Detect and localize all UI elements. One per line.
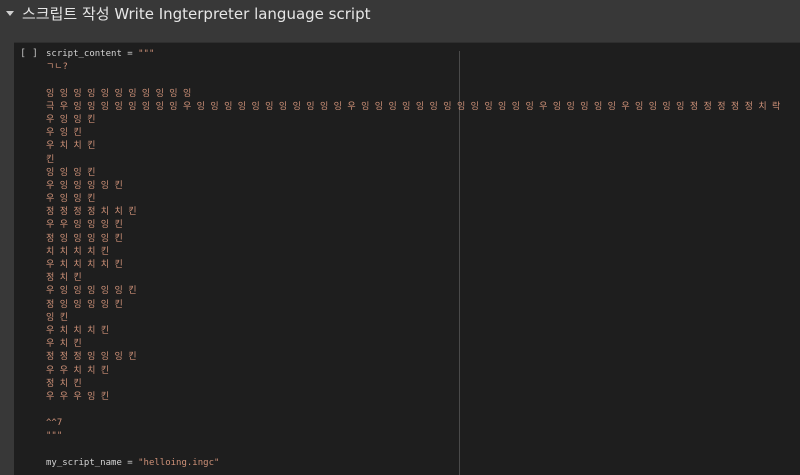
script-string-line: 우 치 킨 [46,339,82,350]
code-line: 우 우 우 잉 킨 [46,391,796,404]
script-string-line: 정 치 킨 [46,378,82,389]
code-line: """ [46,430,796,443]
code-line: script_content = """ [46,48,796,61]
script-string-line: 정 치 킨 [46,273,82,284]
script-string-line: 우 치 치 치 치 킨 [46,260,123,270]
string-literal: "helloing.ingc" [138,457,220,468]
code-line: 우 잉 잉 킨 [46,114,796,127]
code-editor[interactable]: script_content = """ ㄱㄴ? 잉 잉 잉 잉 잉 잉 잉 잉 … [46,48,796,470]
script-string-line: 우 잉 잉 킨 [46,194,96,205]
code-line: 우 치 치 킨 [46,140,796,153]
script-string-line: 잉 잉 잉 잉 잉 잉 잉 잉 잉 잉 잉 [46,88,192,99]
code-line: 우 치 킨 [46,338,796,351]
code-line: 정 치 킨 [46,272,796,285]
script-string-line: 극 우 잉 잉 잉 잉 잉 잉 잉 잉 우 잉 잉 잉 잉 잉 잉 잉 잉 잉 … [46,101,781,112]
script-string-line: 치 치 치 치 킨 [46,246,110,257]
script-string-line: 정 잉 잉 잉 잉 킨 [46,299,123,310]
script-string-line: 우 잉 잉 잉 잉 킨 [46,180,123,191]
script-string-line: 정 정 정 정 치 치 킨 [46,207,137,218]
script-string-line: 잉 잉 잉 킨 [46,167,96,178]
code-line: 정 정 정 정 치 치 킨 [46,206,796,219]
script-string-line: 우 치 치 킨 [46,141,96,152]
script-string-line: ㄱㄴ? [46,62,68,73]
code-line: 우 치 치 치 킨 [46,325,796,338]
code-line: 우 치 치 치 치 킨 [46,259,796,272]
script-string-line: 우 잉 킨 [46,128,82,139]
notebook-page: 스크립트 작성 Write Ingterpreter language scri… [0,0,800,475]
code-line: 잉 잉 잉 킨 [46,167,796,180]
code-line: 정 치 킨 [46,378,796,391]
code-line: 우 우 잉 잉 잉 킨 [46,219,796,232]
code-line: 정 정 정 잉 잉 잉 킨 [46,351,796,364]
string-close-quotes: """ [46,431,63,442]
code-line: 우 잉 잉 잉 잉 킨 [46,180,796,193]
script-string-line: 우 우 치 치 킨 [46,365,110,376]
code-line: 우 우 치 치 킨 [46,365,796,378]
code-line: 우 잉 킨 [46,127,796,140]
code-line: my_script_name = "helloing.ingc" [46,457,796,470]
script-string-line: 정 정 정 잉 잉 잉 킨 [46,352,137,363]
code-line: 킨 [46,154,796,167]
script-string-line: 우 잉 잉 잉 잉 잉 킨 [46,286,137,297]
code-cell[interactable]: [ ] script_content = """ ㄱㄴ? 잉 잉 잉 잉 잉 잉 … [14,42,800,475]
assignment-target: script_content = [46,49,139,59]
code-line: 잉 킨 [46,312,796,325]
section-header: 스크립트 작성 Write Ingterpreter language scri… [0,0,800,26]
code-line: 우 잉 잉 킨 [46,193,796,206]
code-line: 정 잉 잉 잉 잉 킨 [46,299,796,312]
string-open-quotes: """ [138,49,155,59]
script-string-line: 우 잉 잉 킨 [46,114,96,125]
code-line: 우 잉 잉 잉 잉 잉 킨 [46,285,796,298]
script-string-line: 킨 [46,154,55,165]
script-string-line: 우 우 우 잉 킨 [46,391,110,402]
script-string-line: 잉 킨 [46,312,68,323]
code-line: 정 잉 잉 잉 잉 킨 [46,233,796,246]
script-string-line: ^^7 [46,418,63,429]
code-line: 잉 잉 잉 잉 잉 잉 잉 잉 잉 잉 잉 [46,88,796,101]
code-line: 치 치 치 치 킨 [46,246,796,259]
script-string-line: 우 우 잉 잉 잉 킨 [46,220,123,231]
assignment-target: my_script_name = [46,457,139,468]
code-line: ㄱㄴ? [46,61,796,74]
script-string-line: 우 치 치 치 킨 [46,325,110,336]
section-title: 스크립트 작성 Write Ingterpreter language scri… [22,4,371,23]
collapse-caret-icon[interactable] [6,10,14,16]
run-cell-button[interactable]: [ ] [20,48,38,59]
code-line: ^^7 [46,417,796,430]
script-string-line: 정 잉 잉 잉 잉 킨 [46,233,123,244]
code-line: 극 우 잉 잉 잉 잉 잉 잉 잉 잉 우 잉 잉 잉 잉 잉 잉 잉 잉 잉 … [46,101,796,114]
